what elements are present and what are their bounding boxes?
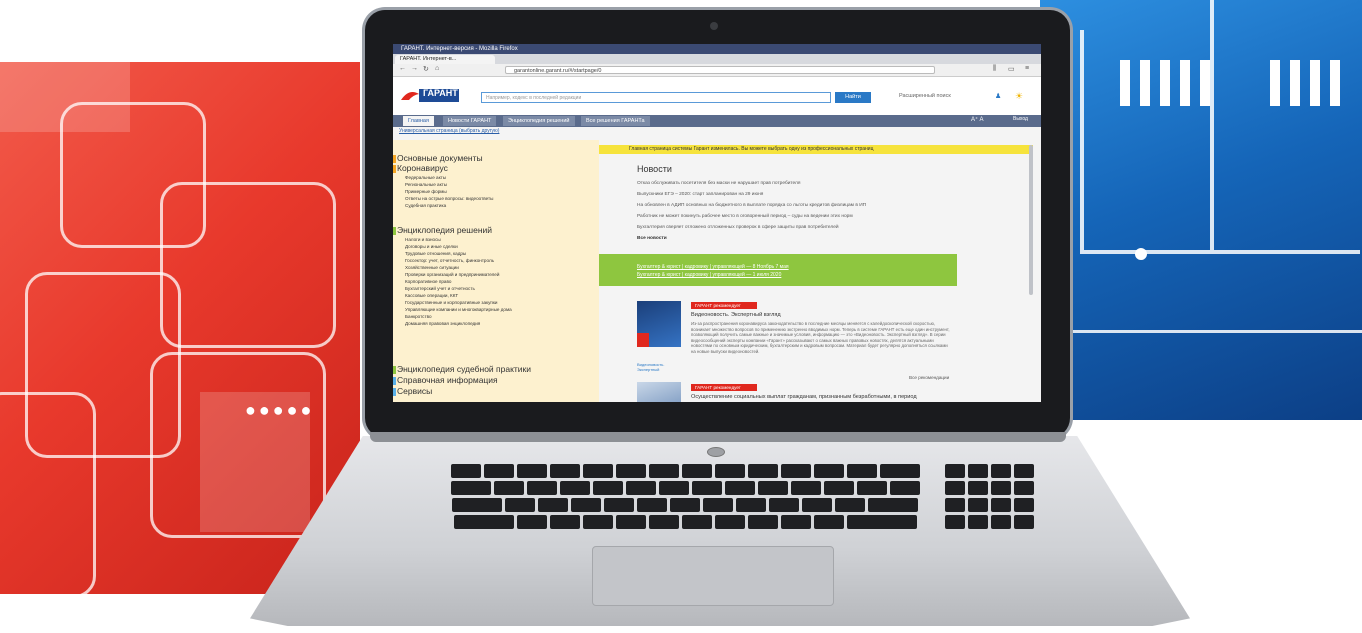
section-marker	[393, 388, 396, 396]
scrollbar[interactable]	[1029, 145, 1033, 295]
menu-icon[interactable]: ≡	[1025, 65, 1029, 72]
sidebar-item[interactable]: Корпоративное право	[405, 279, 451, 284]
logo-text: ГАРАНТ	[423, 88, 458, 98]
section-marker	[393, 155, 396, 163]
webcam-icon	[710, 22, 718, 30]
green-banner	[599, 254, 957, 286]
tab-main[interactable]: Главная	[403, 116, 434, 126]
sidebar-item[interactable]: Государственные и корпоративные закупки	[405, 300, 497, 305]
sidebar-item[interactable]: Региональные акты	[405, 182, 447, 187]
person-thumbnail[interactable]	[637, 382, 681, 402]
advanced-search-link[interactable]: Расширенный поиск	[899, 93, 951, 99]
sidebar-heading-court-practice[interactable]: Энциклопедия судебной практики	[397, 364, 531, 374]
laptop-hinge	[370, 432, 1066, 442]
numeric-keypad	[945, 464, 1040, 540]
recommendation-title[interactable]: Осуществление социальных выплат граждана…	[691, 394, 917, 400]
sidebar-item[interactable]: Налоги и взносы	[405, 237, 441, 242]
library-icon[interactable]: ⫼	[993, 65, 996, 73]
recommendation-title[interactable]: Видеоновость. Экспертный взгляд	[691, 312, 781, 318]
sidebar-item[interactable]: Договоры и иные сделки	[405, 244, 458, 249]
news-item[interactable]: Выпускники ЕГЭ – 2020: старт запланирова…	[637, 192, 763, 197]
recommend-badge: ГАРАНТ рекомендует	[691, 384, 757, 391]
tab-encyclopedia[interactable]: Энциклопедия решений	[503, 116, 575, 126]
forward-icon[interactable]: →	[411, 65, 418, 72]
sidebar-item[interactable]: Бухгалтерский учет и отчетность	[405, 286, 475, 291]
thumbnail-caption[interactable]: Видеоновость. Экспертный	[637, 362, 687, 372]
red-circuit-background: ●●●●●	[0, 62, 360, 594]
green-link[interactable]: Бухгалтер & юрист | кадровику | управляю…	[637, 272, 781, 278]
tab-strip: ГАРАНТ. Интернет-в...	[393, 54, 1041, 64]
sidebar-item[interactable]: Примерные формы	[405, 189, 447, 194]
home-icon[interactable]: ⌂	[435, 65, 439, 72]
all-recommendations-link[interactable]: Все рекомендации	[909, 375, 949, 380]
sidebar-item[interactable]: Кассовые операции, ККТ	[405, 293, 458, 298]
sidebar-heading-services[interactable]: Сервисы	[397, 386, 432, 396]
section-marker	[393, 366, 396, 374]
sidebar-item[interactable]: Трудовые отношения, кадры	[405, 251, 466, 256]
sidebar-item[interactable]: Судебная практика	[405, 203, 446, 208]
find-button[interactable]: Найти	[835, 92, 871, 103]
news-item[interactable]: Бухгалтерия сверяет отложено отложенных …	[637, 225, 839, 230]
back-icon[interactable]: ←	[399, 65, 406, 72]
power-button-icon	[707, 447, 725, 457]
sidebar-icon[interactable]: ▭	[1008, 65, 1015, 73]
sidebar-item[interactable]: Ответы на острые вопросы: видеоответы	[405, 196, 493, 201]
sidebar-item[interactable]: Проверки организаций и предпринимателей	[405, 272, 499, 277]
tab-news[interactable]: Новости ГАРАНТ	[443, 116, 497, 126]
font-size-control[interactable]: A⁺ A	[971, 116, 984, 123]
news-item[interactable]: На обновлен в АДИП основных на бюджетног…	[637, 203, 866, 208]
green-link[interactable]: Бухгалтер & юрист | кадровику | управляю…	[637, 264, 789, 270]
all-news-link[interactable]: Все новости	[637, 236, 667, 241]
sidebar-item[interactable]: Госсектор: учет, отчетность, финконтроль	[405, 258, 494, 263]
sidebar-item[interactable]: Хозяйственные ситуации	[405, 265, 459, 270]
section-marker	[393, 227, 396, 235]
sidebar-heading-coronavirus[interactable]: Коронавирус	[397, 163, 448, 173]
recommendation-body: Из-за распространения коронавируса закон…	[691, 321, 950, 354]
news-heading: Новости	[637, 164, 672, 174]
garant-logo[interactable]: ГАРАНТ	[399, 86, 461, 104]
sidebar-item[interactable]: Федеральные акты	[405, 175, 446, 180]
recommend-badge: ГАРАНТ рекомендует	[691, 302, 757, 309]
blue-circuit-background	[1040, 0, 1362, 420]
reload-icon[interactable]: ↻	[423, 65, 429, 73]
news-item[interactable]: Отказ обслуживать посетителя без маски н…	[637, 181, 800, 186]
laptop-screen: ГАРАНТ. Интернет-версия - Mozilla Firefo…	[393, 44, 1041, 402]
user-icon[interactable]: ♟	[995, 92, 1001, 100]
sidebar-heading-reference[interactable]: Справочная информация	[397, 375, 498, 385]
sun-icon[interactable]: ☀	[1015, 91, 1023, 102]
sidebar-item[interactable]: Домашняя правовая энциклопедия	[405, 321, 480, 326]
url-bar[interactable]: garantonline.garant.ru/#/startpage/0	[505, 66, 935, 74]
universal-page-link[interactable]: Универсальная страница (выбрать другую)	[399, 128, 499, 134]
video-thumbnail[interactable]	[637, 301, 681, 347]
sidebar-item[interactable]: Управляющие компании и многоквартирные д…	[405, 307, 512, 312]
section-marker	[393, 377, 396, 385]
window-titlebar: ГАРАНТ. Интернет-версия - Mozilla Firefo…	[393, 44, 1041, 54]
sidebar-heading-encyclopedia[interactable]: Энциклопедия решений	[397, 225, 492, 235]
sidebar-item[interactable]: Банкротство	[405, 314, 432, 319]
notice-banner[interactable]: Главная страница системы Гарант изменила…	[599, 145, 1033, 154]
search-input[interactable]: Например, кодекс в последней редакции	[481, 92, 831, 103]
tab-all-solutions[interactable]: Все решения ГАРАНТа	[581, 116, 650, 126]
news-item[interactable]: Работник не может покинуть рабочее место…	[637, 214, 853, 219]
touchpad[interactable]	[592, 546, 834, 606]
sidebar-heading-main-docs[interactable]: Основные документы	[397, 153, 483, 163]
keyboard	[340, 464, 1030, 540]
section-marker	[393, 165, 396, 173]
browser-tab[interactable]: ГАРАНТ. Интернет-в...	[395, 55, 495, 64]
exit-link[interactable]: Выход	[1013, 116, 1028, 122]
dots-decoration: ●●●●●	[245, 400, 315, 420]
